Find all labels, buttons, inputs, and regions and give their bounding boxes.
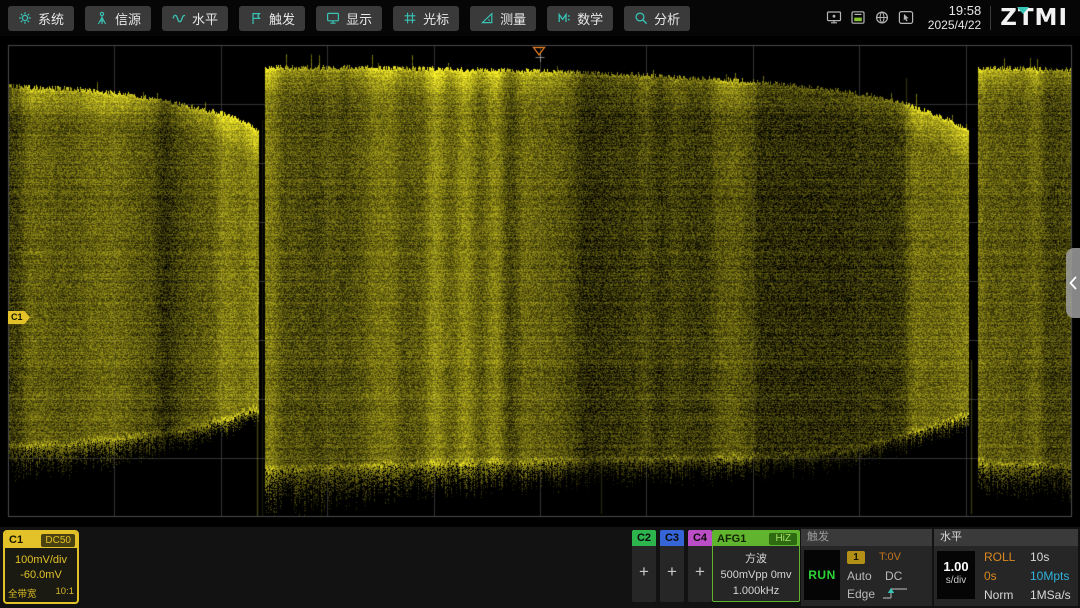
network-icon[interactable] [874, 10, 890, 25]
channel1-scale: 100mV/div [5, 554, 77, 566]
timebase-value: 1.00 [937, 559, 975, 574]
menu-label: 信源 [115, 9, 141, 28]
menu-label: 显示 [346, 9, 372, 28]
acquisition-mode: Norm [984, 588, 1013, 602]
afg-label: AFG1 [717, 533, 769, 545]
brand-logo: ZTMI [1000, 5, 1068, 31]
channel-box-c3[interactable]: C3 + [660, 530, 684, 602]
afg-amplitude: 500mVpp [721, 569, 768, 581]
channel-box-c2[interactable]: C2 + [632, 530, 656, 602]
add-channel-button[interactable]: + [632, 562, 656, 582]
menu-button-cursor[interactable]: 光标 [393, 6, 459, 31]
touch-icon[interactable] [898, 10, 914, 25]
horizontal-panel-title: 水平 [934, 529, 1078, 546]
search-icon [634, 11, 648, 25]
flag-icon [249, 11, 263, 25]
channel1-probe-ratio: 10:1 [56, 586, 75, 600]
channel1-offset-value: -60.0mV [5, 569, 77, 581]
channel1-label: C1 [9, 534, 41, 546]
afg-waveform-type: 方波 [713, 550, 799, 566]
sample-rate: 1MSa/s [1030, 588, 1071, 602]
waveform-display-area: C1 [0, 36, 1080, 527]
menu-label: 数学 [577, 9, 603, 28]
menu-button-analyze[interactable]: 分析 [624, 6, 690, 31]
menu-button-display[interactable]: 显示 [316, 6, 382, 31]
gear-icon [18, 11, 32, 25]
menu-label: 水平 [192, 9, 218, 28]
trigger-coupling: DC [885, 569, 902, 583]
menu-label: 系统 [38, 9, 64, 28]
trigger-type: Edge [847, 587, 875, 601]
menu-label: 测量 [500, 9, 526, 28]
channel-label-c3: C3 [660, 530, 684, 546]
trigger-panel[interactable]: 触发 RUN 1 T:0V Auto DC Edge [801, 529, 932, 606]
memory-depth: 10Mpts [1030, 569, 1069, 583]
main-menu: 系统 信源 水平 触发 显示 光标 测量 数学 分析 [8, 6, 690, 31]
channel-label-c4: C4 [688, 530, 712, 546]
display-icon [326, 11, 340, 25]
bottom-status-bar: C1 DC50 100mV/div -60.0mV 全带宽 10:1 C2+C3… [0, 527, 1080, 608]
math-icon [557, 11, 571, 25]
channel-label-c2: C2 [632, 530, 656, 546]
status-area: 19:58 2025/4/22 ZTMI [826, 4, 1080, 33]
measure-icon [480, 11, 494, 25]
timebase-scale-box[interactable]: 1.00 s/div [937, 551, 975, 599]
menu-label: 光标 [423, 9, 449, 28]
inactive-channels: C2+C3+C4+ [632, 530, 712, 602]
channel1-header: C1 DC50 [5, 532, 77, 548]
trigger-sweep-mode: Auto [847, 569, 872, 583]
horizontal-panel[interactable]: 水平 1.00 s/div ROLL 10s 0s 10Mpts Norm 1M… [934, 529, 1078, 606]
logo-text: ZTMI [1000, 5, 1068, 31]
menu-label: 触发 [269, 9, 295, 28]
clock: 19:58 2025/4/22 [928, 4, 981, 33]
horizontal-position: 0s [984, 569, 997, 583]
cursor-icon [403, 11, 417, 25]
top-menu-bar: 系统 信源 水平 触发 显示 光标 测量 数学 分析 19:58 2025/4/22 ZTMI [0, 0, 1080, 36]
menu-button-measure[interactable]: 测量 [470, 6, 536, 31]
horizontal-window: 10s [1030, 550, 1049, 564]
channel1-marker-label: C1 [11, 312, 23, 322]
channel1-coupling-badge[interactable]: DC50 [41, 534, 75, 547]
afg-impedance-badge: HiZ [769, 533, 797, 545]
horizontal-mode: ROLL [984, 550, 1015, 564]
status-icons [826, 10, 914, 25]
menu-button-trigger[interactable]: 触发 [239, 6, 305, 31]
side-panel-handle[interactable] [1066, 248, 1080, 318]
acquisition-state[interactable]: RUN [804, 550, 840, 600]
trigger-panel-title: 触发 [801, 529, 932, 546]
storage-icon[interactable] [850, 10, 866, 25]
divider [990, 6, 991, 30]
afg-offset: 0mv [771, 569, 792, 581]
rising-edge-icon [881, 586, 909, 606]
antenna-icon [95, 11, 109, 25]
afg-levels: 500mVpp 0mv [713, 569, 799, 581]
add-channel-button[interactable]: + [660, 562, 684, 582]
waveform-canvas[interactable] [0, 36, 1080, 527]
menu-button-math[interactable]: 数学 [547, 6, 613, 31]
time-display: 19:58 [928, 4, 981, 19]
wave-icon [172, 11, 186, 25]
afg-frequency: 1.000kHz [713, 585, 799, 597]
afg-header: AFG1 HiZ [713, 531, 799, 546]
channel1-footer: 全带宽 10:1 [5, 586, 77, 600]
channel1-info-box[interactable]: C1 DC50 100mV/div -60.0mV 全带宽 10:1 [3, 530, 79, 604]
date-display: 2025/4/22 [928, 19, 981, 33]
add-channel-button[interactable]: + [688, 562, 712, 582]
timebase-unit: s/div [937, 575, 975, 586]
trigger-level: T:0V [879, 551, 901, 563]
trigger-panel-body: RUN 1 T:0V Auto DC Edge [801, 546, 932, 606]
menu-button-system[interactable]: 系统 [8, 6, 74, 31]
menu-button-source[interactable]: 信源 [85, 6, 151, 31]
logo-triangle-icon [1017, 7, 1029, 14]
oscilloscope-ui: 系统信源水平触发显示光标测量数学分析 19:58 2025/4/22 ZTMI … [0, 0, 1080, 608]
trigger-position-marker[interactable] [532, 43, 546, 53]
remote-display-icon[interactable] [826, 10, 842, 25]
afg-info-box[interactable]: AFG1 HiZ 方波 500mVpp 0mv 1.000kHz [712, 530, 800, 602]
menu-button-horizontal[interactable]: 水平 [162, 6, 228, 31]
channel1-bandwidth: 全带宽 [8, 586, 37, 600]
trigger-source-badge[interactable]: 1 [847, 551, 865, 564]
horizontal-panel-body: 1.00 s/div ROLL 10s 0s 10Mpts Norm 1MSa/… [934, 546, 1078, 606]
channel-box-c4[interactable]: C4 + [688, 530, 712, 602]
menu-label: 分析 [654, 9, 680, 28]
